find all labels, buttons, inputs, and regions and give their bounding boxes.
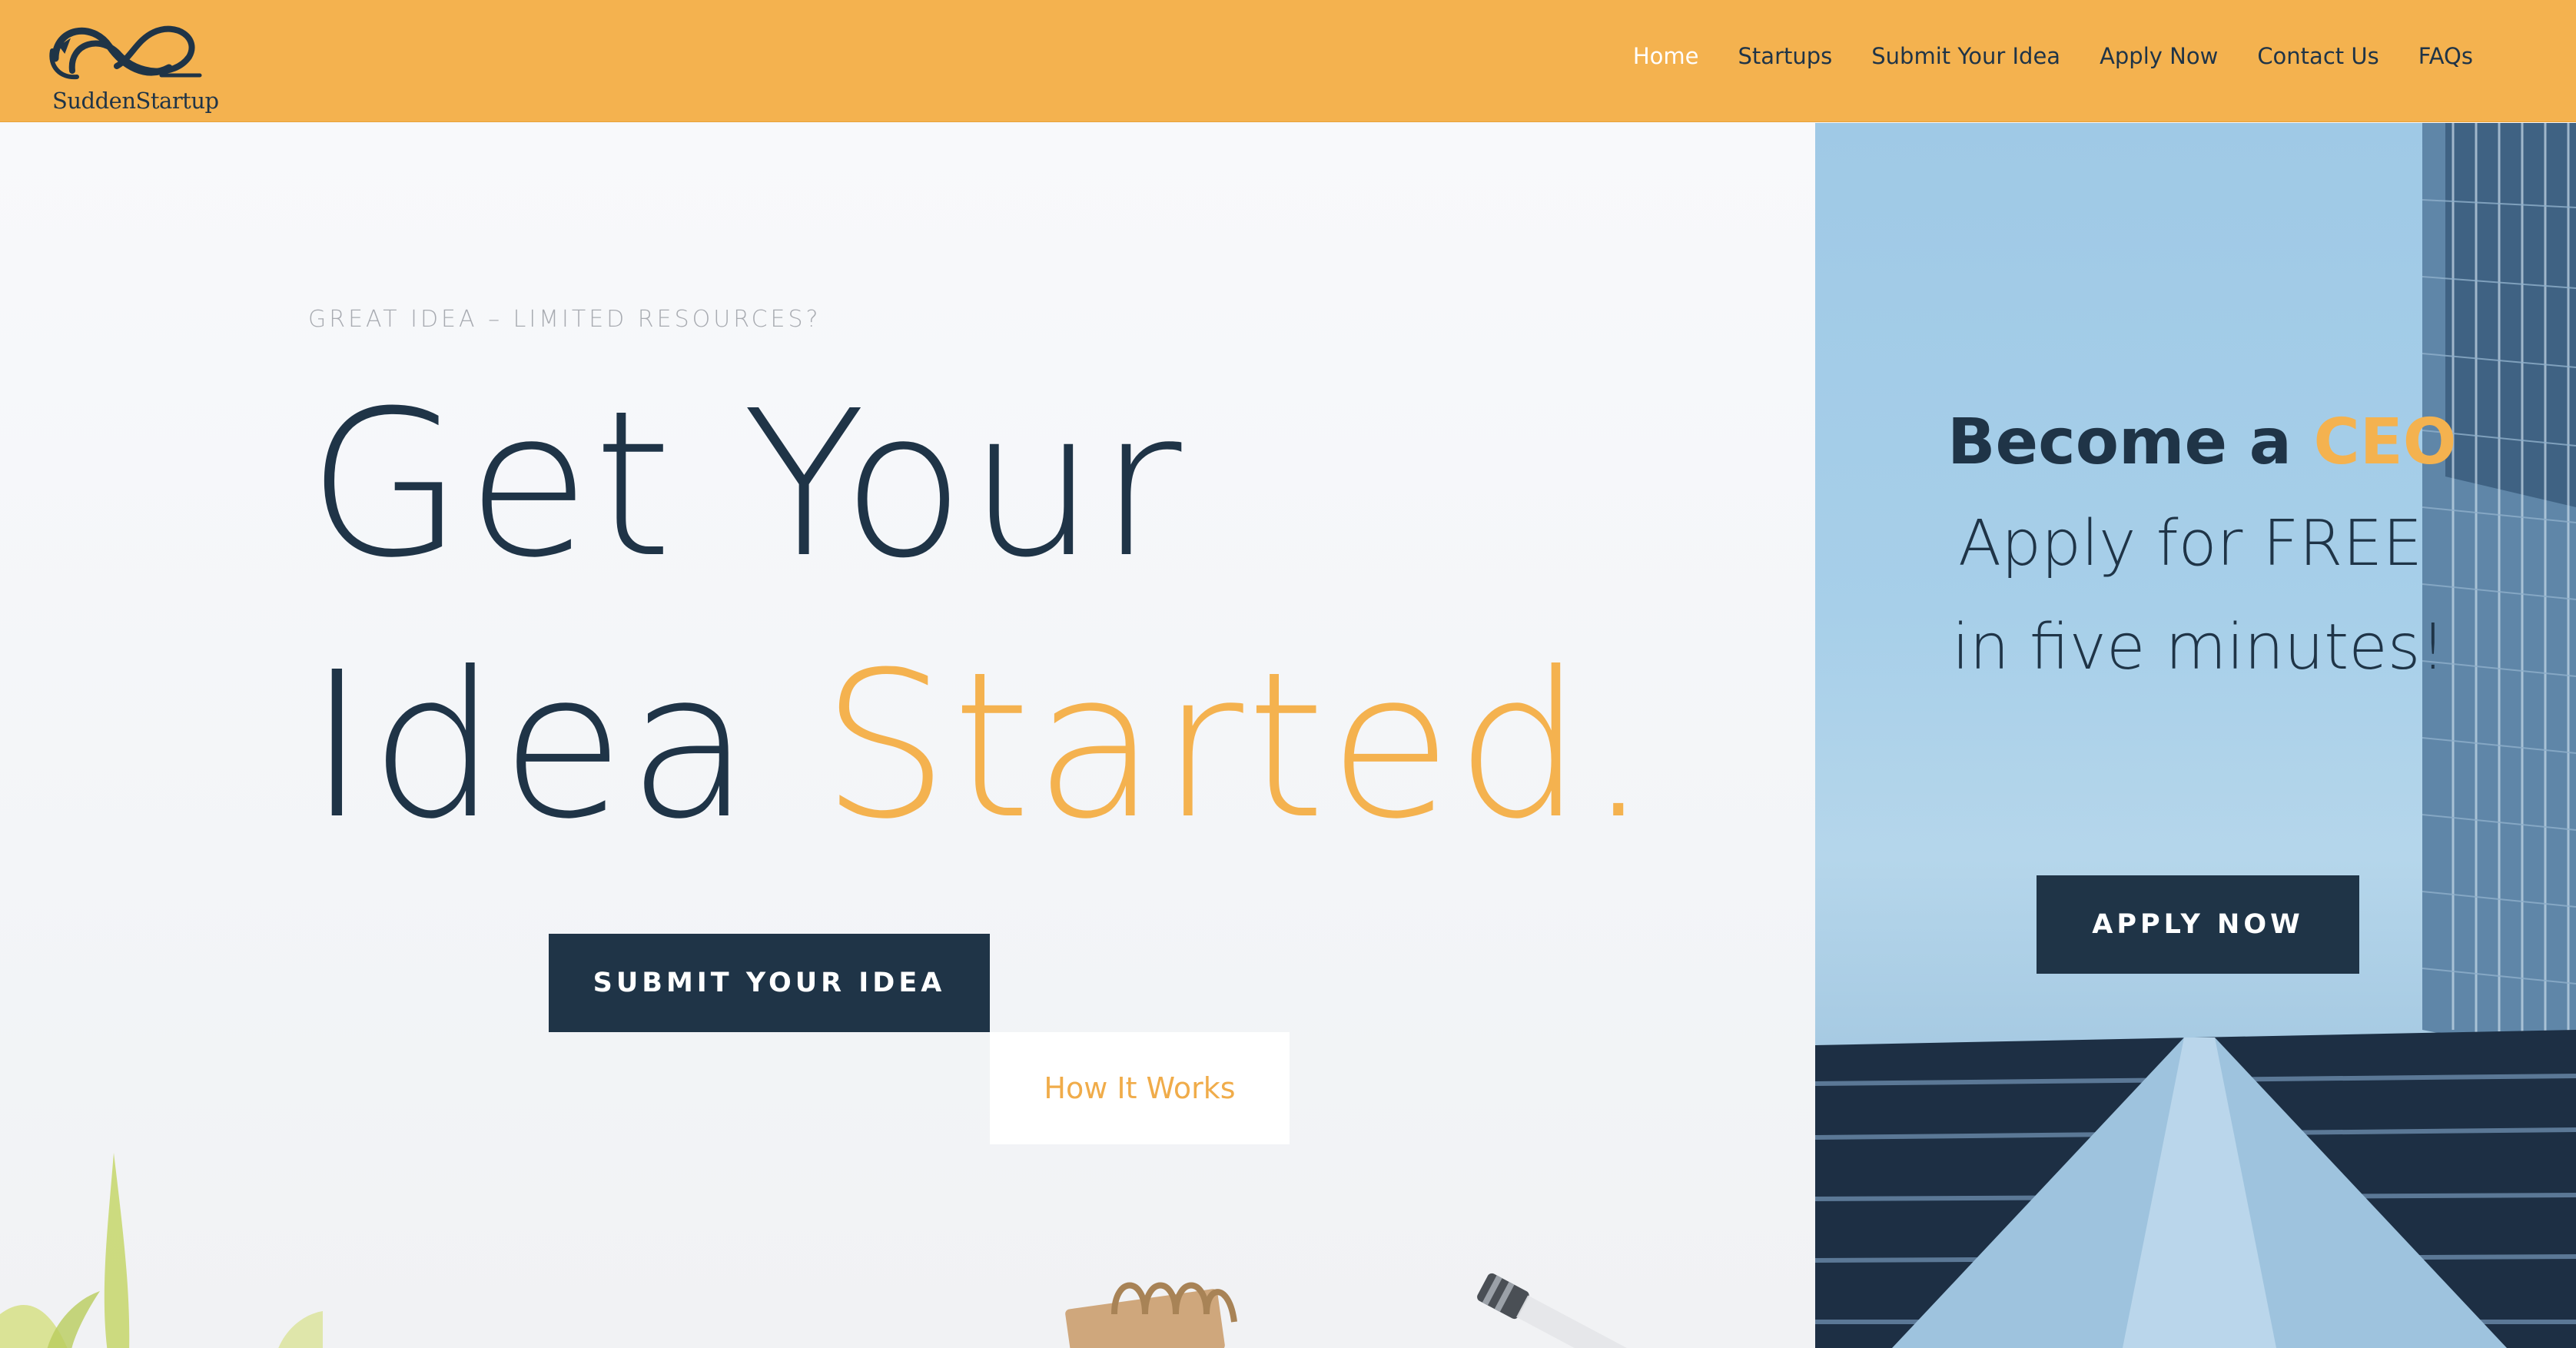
nav-item-contact-us[interactable]: Contact Us — [2257, 43, 2378, 69]
submit-your-idea-button[interactable]: SUBMIT YOUR IDEA — [549, 934, 990, 1032]
hero-eyebrow: GREAT IDEA – LIMITED RESOURCES? — [308, 306, 822, 333]
pen-image — [1477, 1273, 1629, 1348]
hero-section: GREAT IDEA – LIMITED RESOURCES? Get Your… — [0, 123, 1815, 1348]
ceo-title: Become a CEO — [1947, 406, 2456, 479]
nav-item-faqs[interactable]: FAQs — [2418, 43, 2473, 69]
page: SuddenStartup Home Startups Submit Your … — [0, 0, 2576, 1348]
site-logo[interactable]: SuddenStartup — [46, 12, 219, 114]
nav-item-home[interactable]: Home — [1633, 43, 1699, 69]
sudden-startup-infinity-logo-icon — [49, 25, 202, 80]
hero-headline-line-1: Get Your — [307, 367, 1185, 602]
ceo-title-prefix: Become a — [1947, 406, 2314, 479]
hero-headline-accent: Started. — [821, 629, 1654, 863]
main-nav: Home Startups Submit Your Idea Apply Now… — [1594, 43, 2473, 69]
nav-item-submit-your-idea[interactable]: Submit Your Idea — [1871, 43, 2060, 69]
building-background-image — [1815, 123, 2576, 1348]
five-minutes-text: in five minutes! — [1952, 611, 2446, 684]
logo-text: SuddenStartup — [52, 88, 219, 114]
nav-item-startups[interactable]: Startups — [1738, 43, 1833, 69]
hero-headline-prefix: Idea — [307, 629, 822, 863]
plant-image — [0, 1153, 323, 1348]
site-header: SuddenStartup Home Startups Submit Your … — [0, 0, 2576, 122]
hero-headline-line-2: Idea Started. — [307, 646, 1653, 847]
nav-item-apply-now[interactable]: Apply Now — [2100, 43, 2218, 69]
ceo-title-accent: CEO — [2313, 406, 2457, 479]
apply-now-button[interactable]: APPLY NOW — [2037, 875, 2359, 974]
how-it-works-button[interactable]: How It Works — [990, 1032, 1290, 1144]
apply-free-text: Apply for FREE — [1958, 507, 2423, 580]
ceo-promo-panel: Become a CEO Apply for FREE in five minu… — [1815, 123, 2576, 1348]
binder-clip-image — [1065, 1282, 1237, 1348]
